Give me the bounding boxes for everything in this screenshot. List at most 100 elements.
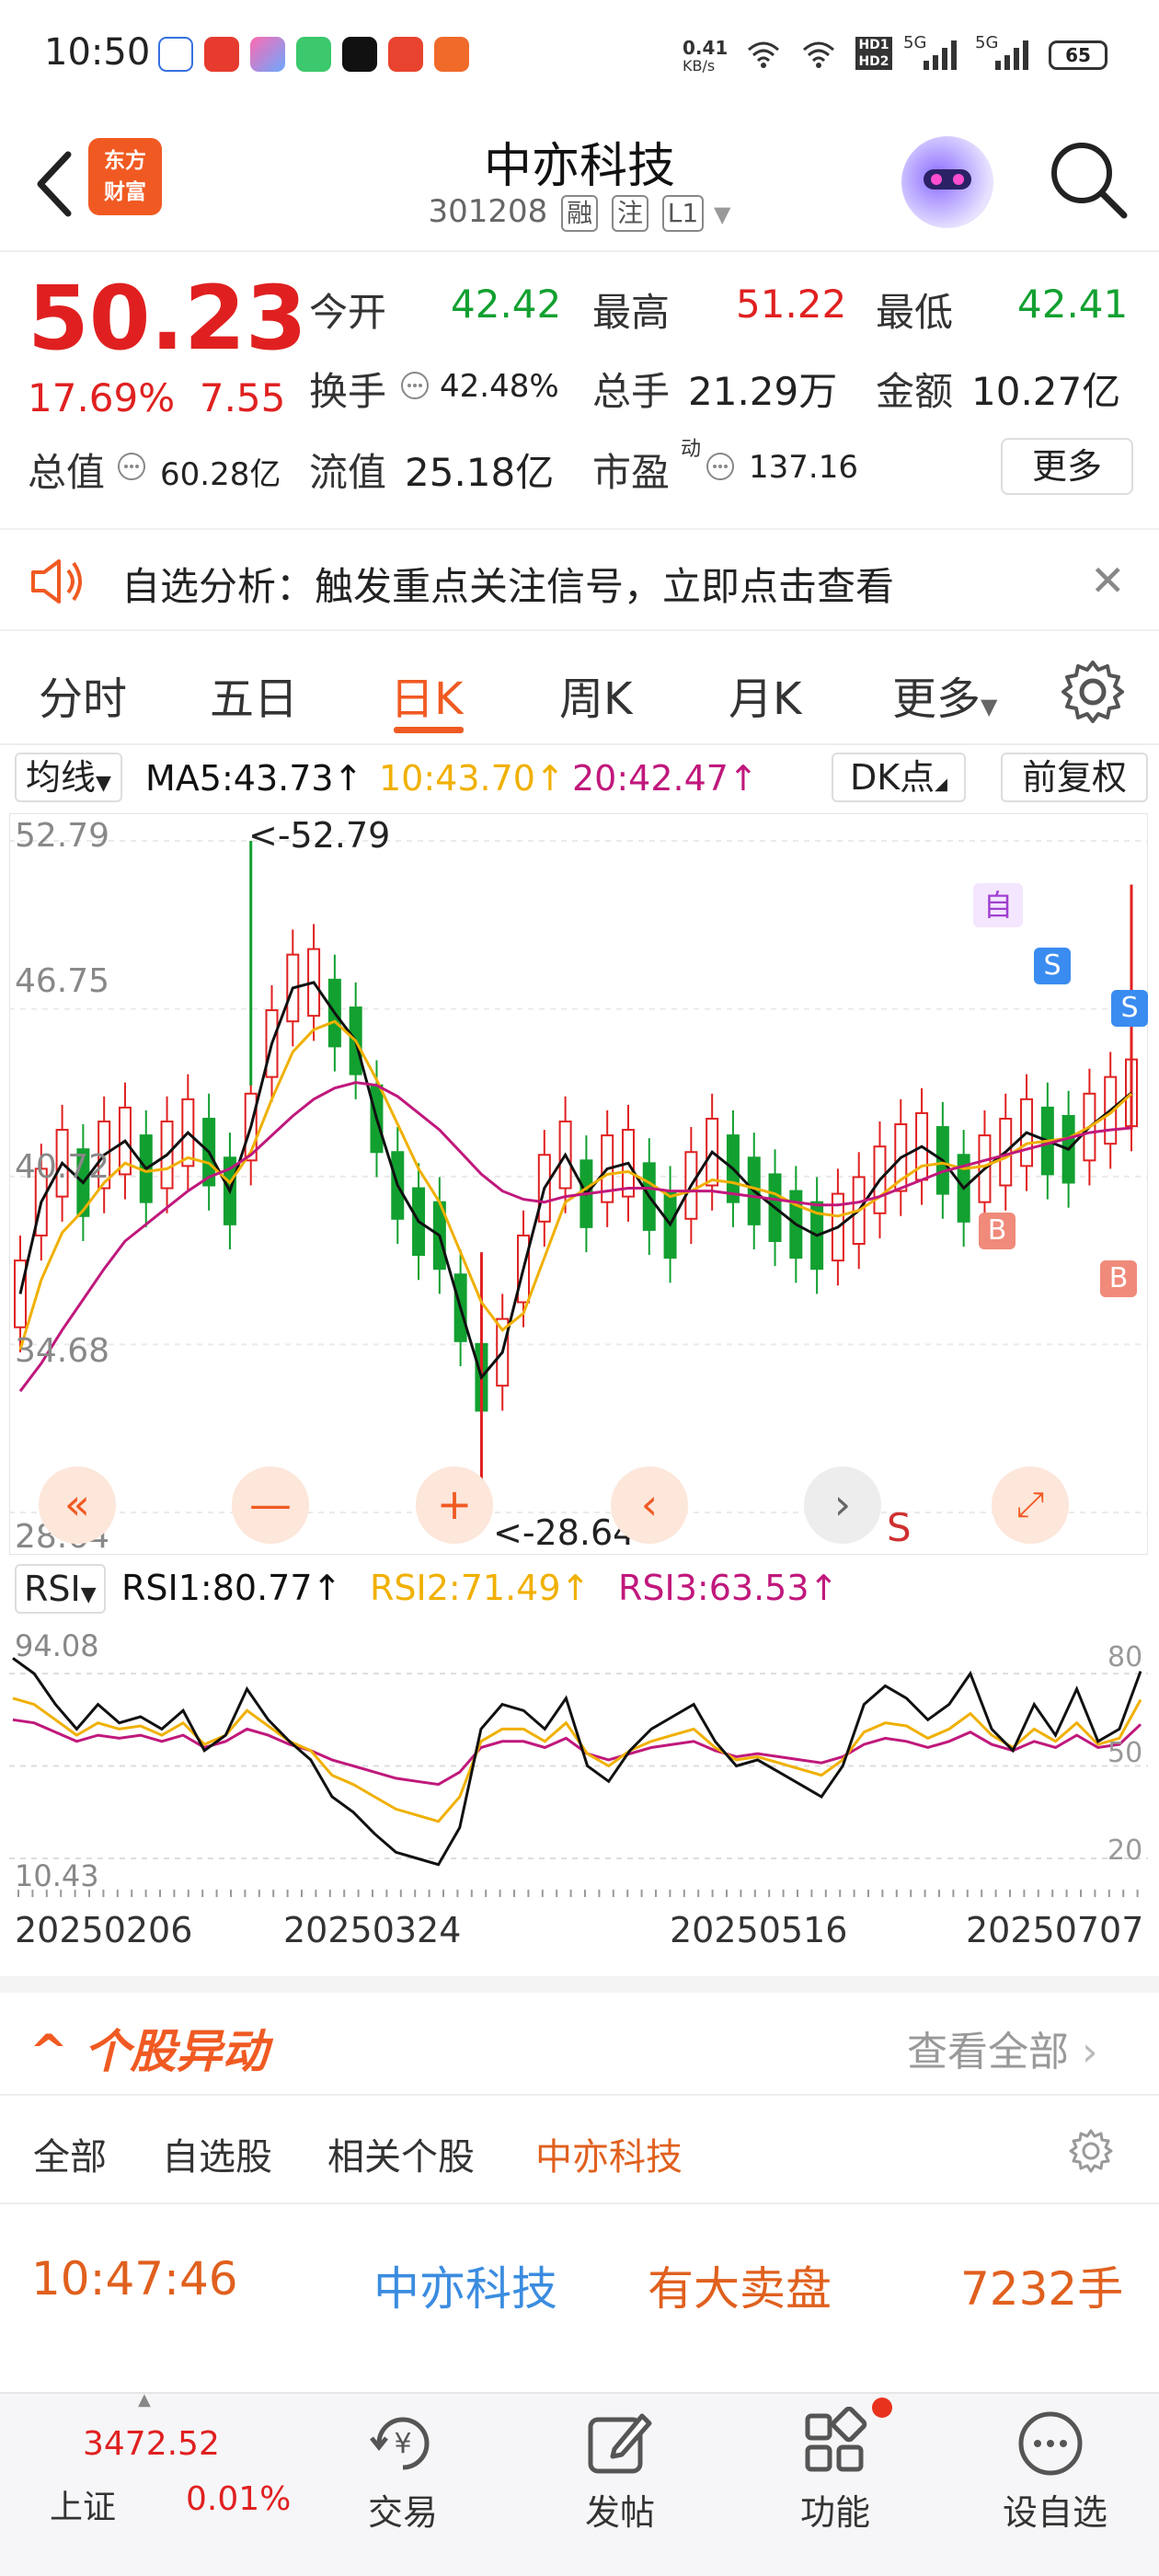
zoom-in-button[interactable]: + [416,1466,493,1544]
event-description: 有大卖盘 [648,2262,832,2316]
buy-marker: B [979,1213,1016,1249]
rsi-bottom: 10.43 [15,1858,99,1893]
field-amount: 金额 [876,369,954,414]
nav-trade[interactable]: 交易 [368,2484,438,2535]
subtab-all[interactable]: 全部 [33,2127,107,2180]
close-icon[interactable]: ✕ [1090,556,1126,605]
field-pe: 市盈 [592,450,671,495]
info-icon[interactable] [705,451,736,482]
adjust-selector[interactable]: 前复权 [1001,753,1148,802]
y-tick: 40.72 [15,1148,110,1186]
event-stock-link[interactable]: 中亦科技 [373,2252,557,2318]
price-change: 17.69% 7.55 [28,375,286,420]
rsi2-value: RSI2:71.49↑ [370,1568,591,1608]
index-change[interactable]: 0.01% [186,2480,291,2518]
y-tick: 52.79 [15,817,110,855]
message-app-icon [296,37,331,72]
info-icon[interactable] [116,451,147,482]
fullscreen-icon[interactable]: ⤢ [992,1466,1069,1544]
rsi-top: 94.08 [15,1628,99,1663]
listen-app-icon [388,37,423,72]
scroll-left-button[interactable]: ‹ [611,1466,688,1544]
robot-assistant-icon[interactable] [901,136,993,228]
index-name[interactable]: 上证 [50,2480,116,2528]
rsi-level: 80 [1107,1641,1143,1673]
tab-daily-k[interactable]: 日K [390,662,463,727]
field-open: 今开 [309,290,387,335]
chevron-down-icon: ▼ [96,772,111,795]
rsi-level: 20 [1107,1834,1143,1867]
wifi-icon [748,41,779,68]
event-volume: 7232手 [960,2262,1124,2316]
battery-icon: 65 [1049,40,1107,70]
x-date: 20250206 [15,1910,193,1950]
x-date: 20250707 [966,1910,1144,1950]
tab-weekly-k[interactable]: 周K [559,662,632,727]
tab-five-day[interactable]: 五日 [210,662,298,727]
zoom-out-button[interactable]: — [232,1466,309,1544]
indicator-selector[interactable]: RSI▼ [15,1564,106,1614]
current-price: 50.23 [28,267,307,370]
y-tick: 46.75 [15,962,110,1000]
app-icon [250,37,285,72]
dk-point-toggle[interactable]: DK点◢ [832,753,966,802]
tiktok-app-icon [342,37,377,72]
notice-text: 自选分析：触发重点关注信号，立即点击查看 [121,564,895,609]
self-select-marker: 自 [973,883,1023,927]
view-all-link[interactable]: 查看全部 › [907,2018,1098,2077]
nav-set-watchlist[interactable]: 设自选 [1003,2484,1107,2535]
nav-functions[interactable]: 功能 [800,2484,870,2535]
subtab-current-stock[interactable]: 中亦科技 [535,2127,683,2180]
rsi-chart[interactable] [9,1621,1148,1897]
tab-intraday[interactable]: 分时 [39,662,127,727]
ma20-value: 20:42.47↑ [572,758,758,799]
buy-marker: B [1100,1260,1137,1297]
field-low: 最低 [876,290,954,335]
rsi-line-RSI1 [12,1657,1142,1867]
stock-movement-title[interactable]: ^ 个股异动 [29,2015,268,2081]
tag-margin: 融 [561,195,599,232]
field-high: 最高 [592,290,671,335]
baidu-app-icon [158,37,193,72]
sell-marker: S [887,1505,912,1550]
search-icon[interactable] [1047,138,1130,221]
field-volume: 总手 [592,369,671,414]
nav-post[interactable]: 发帖 [585,2484,655,2535]
signal-icon [995,40,1028,70]
x-date: 20250324 [283,1910,462,1950]
subtab-watchlist[interactable]: 自选股 [162,2127,272,2180]
rsi-line-RSI2 [12,1696,1142,1823]
tab-monthly-k[interactable]: 月K [729,662,801,727]
chevron-down-icon: ▼ [981,694,998,719]
subtab-related[interactable]: 相关个股 [327,2127,475,2180]
edit-icon[interactable] [581,2407,655,2480]
gear-icon[interactable] [1058,657,1128,727]
ma-selector[interactable]: 均线▼ [15,753,122,802]
chevron-right-icon: › [1082,2029,1098,2076]
stock-code: 301208 [428,193,548,230]
apps-icon[interactable] [798,2407,872,2480]
high-annotation: <-52.79 [248,815,391,856]
hd-badge: HD1 HD2 [855,37,892,70]
notice-banner[interactable]: 自选分析：触发重点关注信号，立即点击查看 ✕ [0,528,1159,631]
sell-marker: S [1034,948,1071,984]
field-market-cap: 总值 [28,450,106,495]
gear-icon[interactable] [1067,2127,1115,2175]
more-dots-icon[interactable] [1014,2407,1087,2480]
field-turnover: 换手 [309,369,387,414]
tag-level: L1 [661,195,705,232]
tag-registered: 注 [611,195,648,232]
chevron-up-icon: ^ [29,2025,68,2078]
event-time: 10:47:46 [31,2252,238,2306]
info-icon[interactable] [399,370,430,401]
index-value[interactable]: 3472.52 [83,2425,220,2463]
sell-marker: S [1111,990,1148,1027]
more-button[interactable]: 更多 [1001,438,1133,495]
scroll-left-fast-button[interactable]: « [39,1466,116,1544]
net-speed-unit: KB/s [683,57,716,75]
active-tab-indicator [394,727,464,733]
scroll-right-button[interactable]: › [804,1466,881,1544]
field-float-cap: 流值 [309,450,387,495]
tab-more[interactable]: 更多▼ [892,662,997,727]
trade-icon[interactable]: ¥ [366,2407,440,2480]
